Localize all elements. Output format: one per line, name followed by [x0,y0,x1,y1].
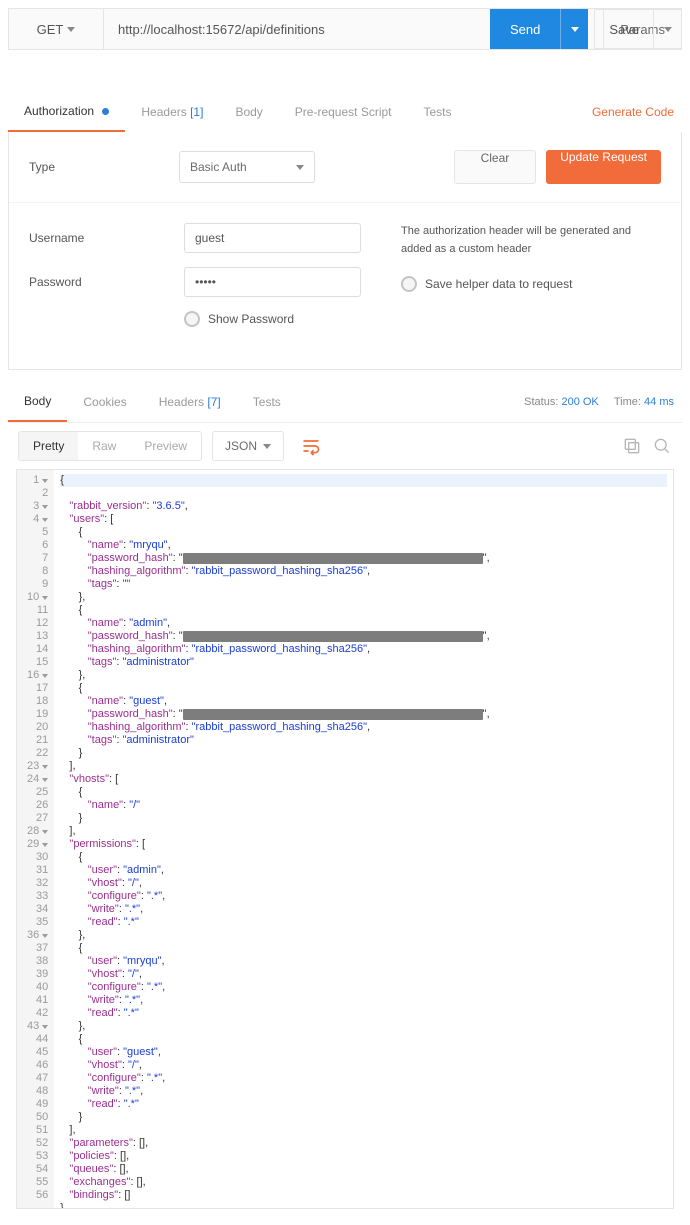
time-label: Time: [614,396,641,408]
username-label: Username [29,231,184,245]
radio-icon [401,276,417,292]
chevron-down-icon [67,27,75,32]
method-label: GET [37,22,64,37]
radio-icon [184,311,200,327]
save-helper-label: Save helper data to request [425,277,572,291]
format-select[interactable]: JSON [212,431,284,461]
update-request-button[interactable]: Update Request [546,150,661,184]
generate-code-link[interactable]: Generate Code [584,93,682,131]
response-body-viewer: 1234567891011121314151617181920212223242… [16,469,674,1209]
clear-button[interactable]: Clear [454,150,537,184]
show-password-label: Show Password [208,312,294,326]
response-headers-count-badge: [7] [207,395,220,409]
tab-authorization-label: Authorization [24,104,94,118]
tab-response-body[interactable]: Body [8,382,67,422]
save-helper-toggle[interactable]: Save helper data to request [401,276,661,292]
send-button[interactable]: Send [490,9,560,49]
chevron-down-icon [296,165,304,170]
format-label: JSON [225,439,257,453]
status-value: 200 OK [561,396,598,408]
chevron-down-icon [263,444,271,449]
password-input[interactable] [184,267,361,297]
password-label: Password [29,275,184,289]
wrap-lines-button[interactable] [294,431,328,461]
save-options-button[interactable] [654,9,682,49]
preview-tab[interactable]: Preview [130,432,201,460]
chevron-down-icon [664,27,672,32]
method-select[interactable]: GET [9,9,104,49]
pretty-tab[interactable]: Pretty [19,432,78,460]
auth-type-row: Type Basic Auth Clear Update Request [9,132,681,203]
show-password-toggle[interactable]: Show Password [184,311,294,327]
username-input[interactable] [184,223,361,253]
headers-count-badge: [1] [190,105,203,119]
tab-response-headers-label: Headers [159,395,204,409]
auth-hint: The authorization header will be generat… [401,223,661,258]
response-json[interactable]: { "rabbit_version": "3.6.5", "users": [ … [54,470,673,1208]
tab-tests[interactable]: Tests [408,93,468,131]
authorization-panel: Type Basic Auth Clear Update Request Use… [8,132,682,370]
wrap-icon [301,436,321,456]
response-body-controls: Pretty Raw Preview JSON [8,423,682,469]
tab-authorization[interactable]: Authorization [8,92,125,132]
tab-response-headers[interactable]: Headers [7] [143,383,237,421]
status-label: Status: [524,396,558,408]
request-tabs: Authorization Headers [1] Body Pre-reque… [8,92,682,132]
auth-type-value: Basic Auth [190,160,247,174]
response-meta: Status: 200 OK Time: 44 ms [524,396,682,408]
tab-response-cookies[interactable]: Cookies [67,383,142,421]
tab-prerequest[interactable]: Pre-request Script [279,93,408,131]
search-icon[interactable] [652,436,672,456]
chevron-down-icon [571,27,579,32]
tab-body[interactable]: Body [219,93,278,131]
active-indicator-dot [102,108,109,115]
raw-tab[interactable]: Raw [78,432,130,460]
body-view-mode: Pretty Raw Preview [18,431,202,461]
save-button[interactable]: Save [594,9,654,49]
response-tabs: Body Cookies Headers [7] Tests Status: 2… [8,382,682,422]
tab-headers-label: Headers [141,105,186,119]
line-gutter: 1234567891011121314151617181920212223242… [17,470,54,1208]
tab-headers[interactable]: Headers [1] [125,93,219,131]
auth-type-select[interactable]: Basic Auth [179,151,315,183]
copy-icon[interactable] [622,436,642,456]
send-options-button[interactable] [560,9,588,49]
auth-type-label: Type [29,160,179,174]
tab-response-tests[interactable]: Tests [237,383,297,421]
time-value: 44 ms [644,396,674,408]
